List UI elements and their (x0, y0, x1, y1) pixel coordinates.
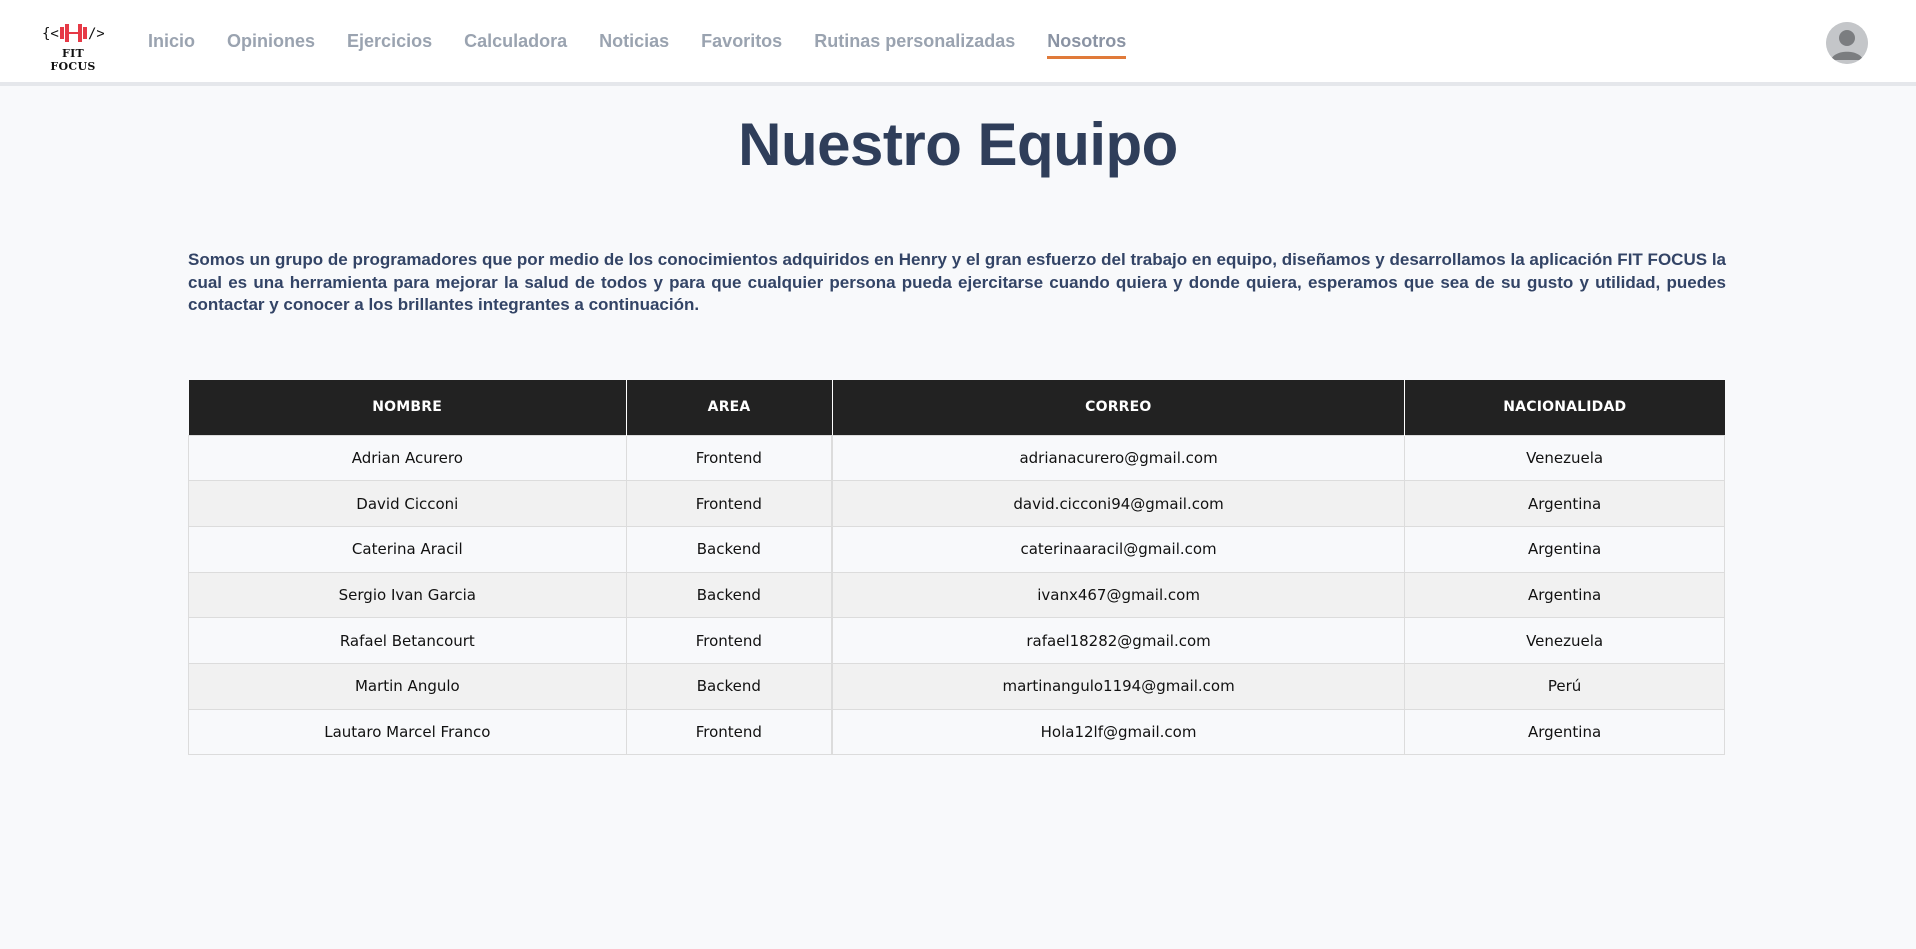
cell-nombre: Martin Angulo (188, 662, 627, 710)
cell-nombre: David Cicconi (188, 480, 627, 527)
page-title: Nuestro Equipo (738, 111, 1178, 178)
nav-noticias[interactable]: Noticias (599, 31, 669, 59)
cell-nacionalidad: Argentina (1404, 480, 1725, 527)
cell-area: Backend (625, 662, 833, 710)
cell-nombre: Lautaro Marcel Franco (188, 708, 627, 756)
cell-nacionalidad: Venezuela (1404, 434, 1725, 482)
cell-nacionalidad: Perú (1404, 662, 1725, 710)
cell-nombre: Adrian Acurero (188, 434, 627, 482)
nav-nosotros[interactable]: Nosotros (1047, 31, 1127, 59)
cell-area: Frontend (625, 434, 833, 482)
cell-correo: Hola12lf@gmail.com (831, 708, 1406, 756)
table-header-row: NOMBRE AREA CORREO NACIONALIDAD (188, 380, 1725, 435)
table-row: Adrian Acurero Frontend adrianacurero@gm… (188, 434, 1725, 482)
cell-nombre: Caterina Aracil (188, 525, 627, 573)
cell-area: Frontend (625, 617, 833, 664)
nav-ejercicios[interactable]: Ejercicios (347, 31, 432, 59)
nav-rutinas-personalizadas[interactable]: Rutinas personalizadas (814, 31, 1015, 59)
table-row: Sergio Ivan Garcia Backend ivanx467@gmai… (188, 571, 1725, 619)
cell-correo: martinangulo1194@gmail.com (831, 662, 1406, 710)
cell-nacionalidad: Argentina (1404, 525, 1725, 573)
cell-nacionalidad: Venezuela (1404, 617, 1725, 664)
team-intro: Somos un grupo de programadores que por … (188, 250, 1726, 314)
table-row: Caterina Aracil Backend caterinaaracil@g… (188, 525, 1725, 573)
table-row: Martin Angulo Backend martinangulo1194@g… (188, 662, 1725, 710)
svg-text:{<: {< (42, 26, 59, 42)
cell-nombre: Sergio Ivan Garcia (188, 571, 627, 619)
cell-area: Frontend (625, 708, 833, 756)
cell-correo: adrianacurero@gmail.com (831, 434, 1406, 482)
header-nombre: NOMBRE (188, 380, 627, 435)
header-nacionalidad: NACIONALIDAD (1404, 380, 1725, 435)
fit-focus-logo[interactable]: {< />} FIT FOCUS (40, 20, 106, 73)
team-table: NOMBRE AREA CORREO NACIONALIDAD Adrian A… (188, 380, 1725, 756)
cell-nacionalidad: Argentina (1404, 571, 1725, 619)
main-nav: Inicio Opiniones Ejercicios Calculadora … (148, 31, 1158, 59)
navbar: {< />} FIT FOCUS Inicio Opiniones Ejerci… (0, 0, 1916, 86)
svg-text:/>}: />} (88, 26, 104, 42)
nav-favoritos[interactable]: Favoritos (701, 31, 782, 59)
header-correo: CORREO (832, 380, 1406, 435)
cell-nombre: Rafael Betancourt (188, 617, 627, 664)
cell-area: Backend (625, 525, 833, 573)
nav-opiniones[interactable]: Opiniones (227, 31, 315, 59)
table-row: David Cicconi Frontend david.cicconi94@g… (188, 480, 1725, 527)
dumbbell-code-icon: {< />} (40, 20, 106, 46)
cell-nacionalidad: Argentina (1404, 708, 1725, 756)
logo-text: FIT FOCUS (50, 47, 96, 73)
header-area: AREA (626, 380, 833, 435)
nav-inicio[interactable]: Inicio (148, 31, 195, 59)
cell-correo: ivanx467@gmail.com (831, 571, 1406, 619)
cell-correo: caterinaaracil@gmail.com (831, 525, 1406, 573)
user-avatar-icon[interactable] (1826, 22, 1868, 64)
cell-area: Backend (625, 571, 833, 619)
table-row: Lautaro Marcel Franco Frontend Hola12lf@… (188, 708, 1725, 756)
cell-correo: david.cicconi94@gmail.com (831, 480, 1406, 527)
nav-calculadora[interactable]: Calculadora (464, 31, 567, 59)
cell-correo: rafael18282@gmail.com (831, 617, 1406, 664)
cell-area: Frontend (625, 480, 833, 527)
table-row: Rafael Betancourt Frontend rafael18282@g… (188, 617, 1725, 664)
